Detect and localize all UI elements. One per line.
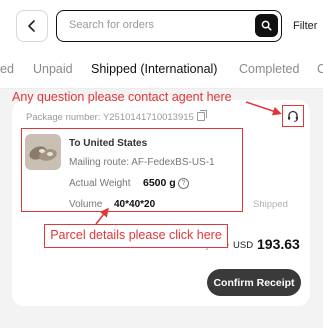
status-text: Shipped xyxy=(253,199,288,210)
tab-partial-left[interactable]: ed xyxy=(0,62,14,76)
package-number-row: Package number: Y2510141710013915 xyxy=(26,110,207,123)
mailing-route: Mailing route: AF-FedexBS-US-1 xyxy=(69,157,215,168)
package-number: Y2510141710013915 xyxy=(102,112,194,123)
tab-completed[interactable]: Completed xyxy=(239,62,299,76)
order-status-tabs: ed Unpaid Shipped (International) Comple… xyxy=(0,52,323,89)
tab-unpaid[interactable]: Unpaid xyxy=(33,62,73,76)
fee-amount: 193.63 xyxy=(257,236,300,252)
tab-shipped-international[interactable]: Shipped (International) xyxy=(91,62,217,76)
volume-value: 40*40*20 xyxy=(114,199,156,210)
filter-button[interactable]: Filter xyxy=(293,20,317,32)
weight-value: 6500 g xyxy=(143,177,176,189)
volume-label: Volume xyxy=(69,199,103,210)
confirm-receipt-button[interactable]: Confirm Receipt xyxy=(207,269,301,296)
search-icon xyxy=(261,20,272,31)
top-bar: Search for orders Filter xyxy=(0,0,323,52)
back-arrow-icon xyxy=(28,20,35,32)
contact-agent-button[interactable] xyxy=(282,105,304,127)
headset-icon xyxy=(288,110,298,122)
product-thumbnail[interactable] xyxy=(25,134,61,170)
search-button[interactable] xyxy=(255,14,278,37)
help-icon[interactable]: ? xyxy=(178,178,189,189)
search-placeholder: Search for orders xyxy=(69,19,154,31)
back-button[interactable] xyxy=(16,10,48,42)
details-annotation: Parcel details please click here xyxy=(44,224,228,248)
copy-icon[interactable] xyxy=(196,110,207,121)
search-input[interactable]: Search for orders xyxy=(56,10,282,42)
destination: To United States xyxy=(69,138,148,149)
fee-currency: USD xyxy=(233,240,254,251)
agent-annotation: Any question please contact agent here xyxy=(12,90,232,104)
weight-label: Actual Weight xyxy=(69,178,131,189)
package-number-label: Package number: xyxy=(26,112,103,123)
tab-partial-right[interactable]: C xyxy=(317,62,323,76)
